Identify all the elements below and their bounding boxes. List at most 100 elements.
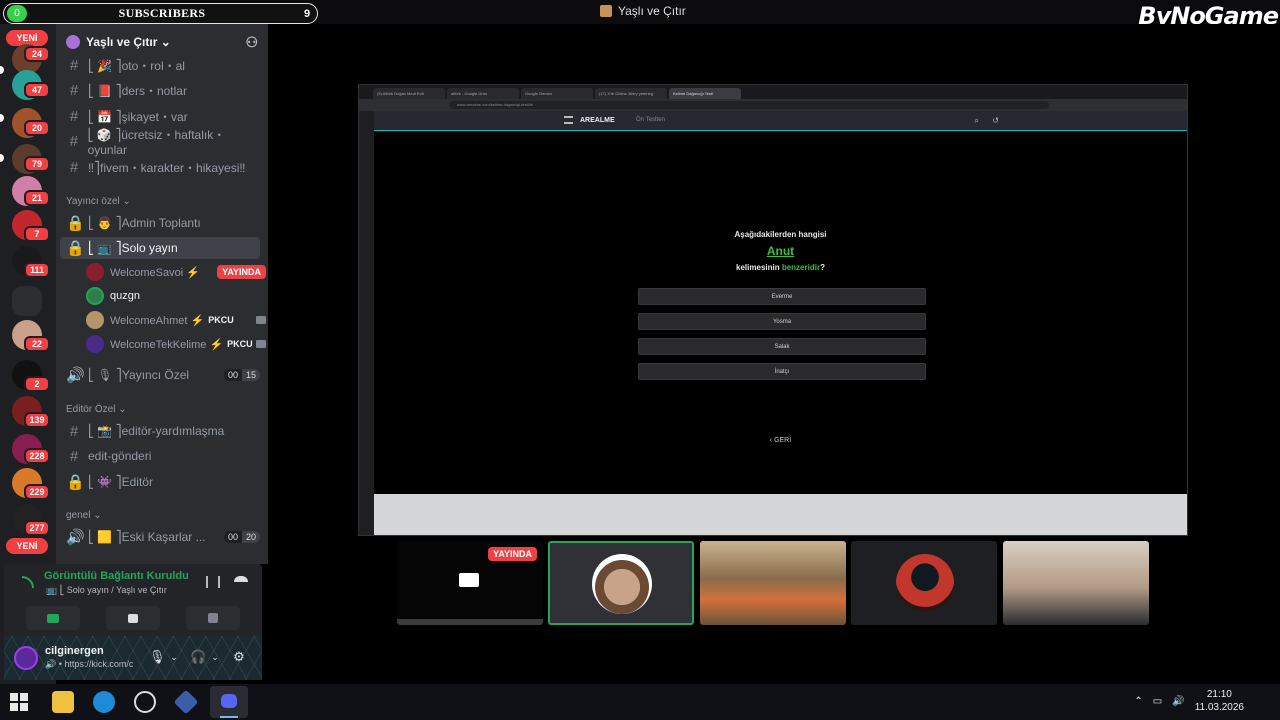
channel-sikayet-var[interactable]: # ⎣ 📅 ⎤şikayet・var <box>60 105 260 127</box>
hash-icon: # <box>69 132 78 150</box>
voice-status[interactable]: Görüntülü Bağlantı Kuruldu <box>44 570 189 582</box>
voice-user[interactable]: WelcomeAhmet ⚡ PKCU <box>86 309 266 331</box>
question-word: Anut <box>766 244 795 258</box>
edge-browser-icon[interactable] <box>93 691 115 713</box>
hash-icon: # <box>69 422 79 440</box>
chevron-down-icon[interactable]: ⌄ <box>167 650 181 664</box>
avatar <box>86 335 104 353</box>
chevron-down-icon[interactable]: ⌄ <box>208 650 222 664</box>
participant-tile-camera[interactable] <box>700 541 846 625</box>
avatar <box>592 554 652 614</box>
participant-tile-camera[interactable] <box>1003 541 1149 625</box>
windows-start-icon[interactable] <box>10 693 28 711</box>
answer-option[interactable]: İnatçı <box>638 363 926 380</box>
server-badge: 111 <box>24 262 50 278</box>
signal-icon[interactable] <box>22 576 34 588</box>
browser-tab[interactable]: alfürk - Google Ürün <box>447 88 519 99</box>
voice-location[interactable]: 📺 ⎣ Solo yayın / Yaşlı ve Çıtır <box>46 585 167 596</box>
channel-ucretsiz-oyunlar[interactable]: # ⎣ 🎲 ⎤ücretsiz・haftalık・oyunlar <box>60 128 260 157</box>
window-title: Yaşlı ve Çıtır <box>600 4 686 18</box>
channel-fivem[interactable]: # ‼⎤fivem・karakter・hikayesi‼ <box>60 156 260 178</box>
shared-screen-browser[interactable]: (5) Alfürk Doğan Medi Edit alfürk - Goog… <box>358 84 1188 536</box>
disconnect-icon[interactable] <box>234 576 248 582</box>
browser-tab[interactable]: (17) X'te Gökhz 'Ahiry yeteneg <box>595 88 667 99</box>
settings-gear-icon[interactable]: ⚙ <box>232 650 246 664</box>
noise-suppression-icon[interactable] <box>206 576 220 588</box>
microphone-icon[interactable]: 🎙 <box>149 650 166 664</box>
browser-sidebar <box>359 111 374 535</box>
history-icon[interactable]: ↺ <box>992 116 999 125</box>
voice-channel-eski-kasarlar[interactable]: 🔊 ⎣ 🟨 ⎤Eski Kaşarlar ... 00 20 <box>60 526 260 548</box>
chevron-up-icon[interactable]: ⌃ <box>1134 696 1142 707</box>
category-genel[interactable]: genel ⌄ <box>66 510 102 521</box>
answer-option[interactable]: Everme <box>638 288 926 305</box>
clock[interactable]: 21:10 11.03.2026 <box>1195 688 1244 714</box>
invite-icon[interactable]: ⚇ <box>245 34 258 51</box>
volume-icon[interactable]: 🔊 <box>1172 696 1184 707</box>
subscribers-left-badge: 0 <box>7 5 27 22</box>
user-name[interactable]: cilginergen <box>45 645 104 657</box>
participant-tile-stream[interactable]: YAYINDA <box>397 541 543 625</box>
browser-tab-active[interactable]: Kelime Dağarcığı Testi <box>669 88 741 99</box>
new-badge-bottom[interactable]: YENİ <box>6 538 48 554</box>
category-yayinci-ozel[interactable]: Yayıncı özel ⌄ <box>66 196 131 207</box>
participant-tile-avatar[interactable] <box>851 541 997 625</box>
back-button[interactable]: ‹ GERİ <box>374 437 1187 444</box>
screen-share-button[interactable] <box>106 606 160 630</box>
user-name: WelcomeAhmet ⚡ <box>110 314 205 327</box>
channel-editor-yardimlasma[interactable]: # ⎣ 📸 ⎤editör-yardımlaşma <box>60 420 260 442</box>
unread-pill <box>0 66 4 74</box>
voice-user[interactable]: quzgn <box>86 285 266 307</box>
channel-ders-notlar[interactable]: # ⎣ 📕 ⎤ders・notlar <box>60 79 260 101</box>
network-icon[interactable]: ▭ <box>1153 696 1162 707</box>
file-explorer-icon[interactable] <box>52 691 74 713</box>
server-badge: 24 <box>24 46 50 62</box>
folder-icon[interactable] <box>12 286 42 316</box>
server-badge: 21 <box>24 190 50 206</box>
answer-option[interactable]: Yosma <box>638 313 926 330</box>
clock-time: 21:10 <box>1206 689 1232 700</box>
browser-tabs: (5) Alfürk Doğan Medi Edit alfürk - Goog… <box>359 85 1187 99</box>
activities-button[interactable] <box>186 606 240 630</box>
channel-label: edit-gönderi <box>88 449 152 463</box>
hamburger-menu-icon[interactable] <box>564 116 573 124</box>
voice-channel-yayinci-ozel[interactable]: 🔊 ⎣ 🎙 ⎤Yayıncı Özel 00 15 <box>60 364 260 386</box>
camera-button[interactable] <box>26 606 80 630</box>
unread-pill <box>0 154 4 162</box>
headphones-icon[interactable]: 🎧 <box>190 650 206 664</box>
avatar <box>896 554 954 612</box>
category-editor-ozel[interactable]: Editör Özel ⌄ <box>66 404 127 415</box>
voice-user[interactable]: WelcomeTekKelime ⚡ PKCU <box>86 333 266 355</box>
obs-icon[interactable] <box>134 691 156 713</box>
unread-pill <box>0 114 4 122</box>
url-field[interactable]: www.arealme.com/kelime-dagarcigi-testi/t… <box>449 101 1049 109</box>
breadcrumb[interactable]: Ön Testten <box>636 117 665 123</box>
browser-tab[interactable]: (5) Alfürk Doğan Medi Edit <box>373 88 445 99</box>
browser-tab[interactable]: Google Gemini <box>521 88 593 99</box>
lock-icon: 🔒 <box>66 215 85 232</box>
server-badge: 47 <box>24 82 50 98</box>
site-logo[interactable]: AREALME <box>580 117 615 124</box>
avatar[interactable] <box>14 646 38 670</box>
screen-share-icon <box>128 613 138 623</box>
camera-icon <box>256 316 266 324</box>
answer-option[interactable]: Salak <box>638 338 926 355</box>
voice-channel-admin[interactable]: 🔒 ⎣ 👨 ⎤Admin Toplantı <box>60 212 260 234</box>
voice-channel-solo-yayin[interactable]: 🔒 ⎣ 📺 ⎤Solo yayın <box>60 237 260 259</box>
app-icon[interactable] <box>173 689 199 715</box>
hash-icon: # <box>69 447 79 465</box>
stream-progress-bar <box>397 619 543 625</box>
user-panel: cilginergen 🔊 • https://kick.com/c 🎙 ⌄ 🎧… <box>4 636 262 680</box>
voice-user[interactable]: WelcomeSavoi ⚡ YAYINDA <box>86 261 266 283</box>
discord-taskbar-icon[interactable] <box>210 686 248 718</box>
channel-edit-gonderi[interactable]: # edit-gönderi <box>60 445 260 467</box>
voice-channel-editor[interactable]: 🔒 ⎣ 👾 ⎤Editör <box>60 471 260 493</box>
server-badge: 229 <box>24 484 50 500</box>
user-tag: PKCU <box>227 339 253 349</box>
search-icon[interactable]: ⌕ <box>975 116 979 126</box>
quiz-page: Aşağıdakilerden hangisi Anut kelimesinin… <box>374 132 1187 494</box>
channel-oto-rol-al[interactable]: # ⎣ 🎉 ⎤oto・rol・al <box>60 54 260 76</box>
participant-tile-speaking[interactable] <box>548 541 694 625</box>
address-bar: www.arealme.com/kelime-dagarcigi-testi/t… <box>359 99 1187 111</box>
live-badge: YAYINDA <box>217 265 266 279</box>
